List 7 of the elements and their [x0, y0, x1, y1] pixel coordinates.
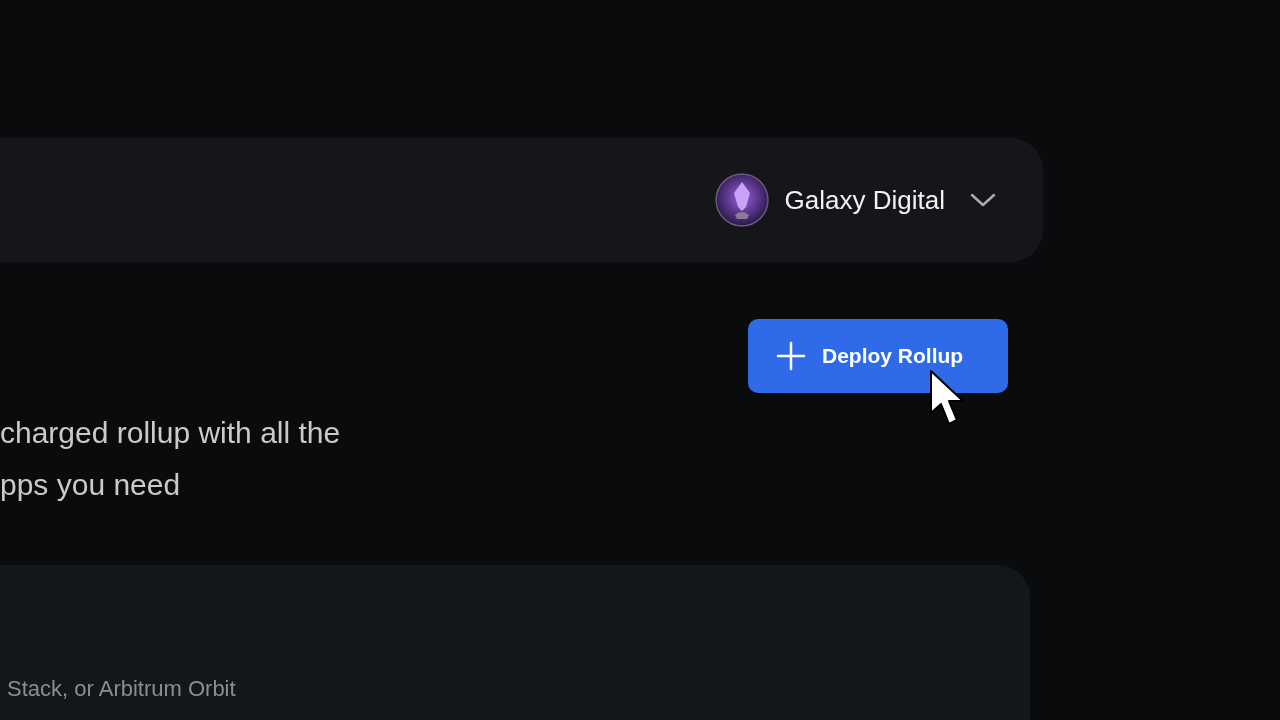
description-text: charged rollup with all the pps you need: [0, 415, 341, 503]
crystal-avatar-icon: [714, 173, 769, 227]
chevron-down-icon: [969, 191, 997, 209]
deploy-rollup-button[interactable]: Deploy Rollup: [748, 319, 1008, 393]
account-selector[interactable]: Galaxy Digital: [714, 173, 997, 227]
plus-icon: [776, 341, 806, 371]
card-text: Stack, or Arbitrum Orbit: [7, 675, 236, 703]
